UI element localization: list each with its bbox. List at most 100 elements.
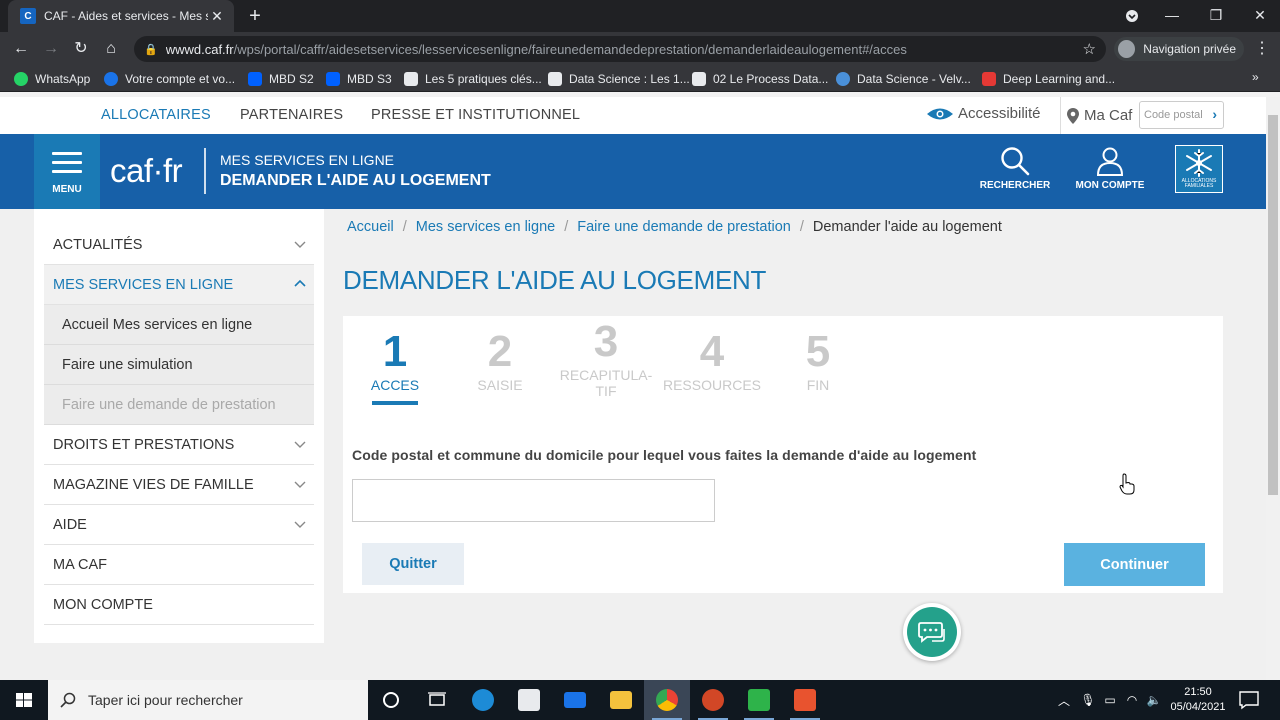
bookmark-velvet[interactable]: Data Science - Velv... bbox=[836, 70, 971, 88]
notification-center-icon[interactable] bbox=[1238, 690, 1260, 710]
browser-menu-icon[interactable]: ⋮ bbox=[1252, 38, 1272, 58]
quit-button[interactable]: Quitter bbox=[362, 543, 464, 585]
breadcrumb-accueil[interactable]: Accueil bbox=[347, 219, 394, 235]
incognito-profile-button[interactable]: Navigation privée bbox=[1114, 37, 1244, 61]
bookmark-site-icon bbox=[982, 72, 996, 86]
topnav-partenaires[interactable]: PARTENAIRES bbox=[240, 107, 343, 123]
taskbar-camtasia[interactable] bbox=[736, 680, 782, 720]
continue-button[interactable]: Continuer bbox=[1064, 543, 1205, 586]
bookmark-process-data[interactable]: 02 Le Process Data... bbox=[692, 70, 828, 88]
taskbar-powerpoint[interactable] bbox=[690, 680, 736, 720]
bookmark-whatsapp[interactable]: WhatsApp bbox=[14, 70, 90, 88]
taskbar-edge[interactable] bbox=[460, 680, 506, 720]
page-icon bbox=[548, 72, 562, 86]
address-bar[interactable]: 🔒 wwwd.caf.fr/wps/portal/caffr/aidesetse… bbox=[134, 36, 1106, 62]
accessibility-link[interactable]: Accessibilité bbox=[926, 105, 1041, 122]
task-view-button[interactable] bbox=[414, 680, 460, 720]
topnav-presse[interactable]: PRESSE ET INSTITUTIONNEL bbox=[371, 107, 580, 123]
user-icon bbox=[1096, 147, 1124, 176]
restore-window-icon[interactable]: ❐ bbox=[1194, 0, 1238, 32]
sidebar-item-magazine[interactable]: MAGAZINE VIES DE FAMILLE bbox=[44, 465, 314, 505]
bookmark-mbd-s3[interactable]: MBD S3 bbox=[326, 70, 392, 88]
sidebar-item-actualites[interactable]: ACTUALITÉS bbox=[44, 225, 314, 265]
page-icon bbox=[404, 72, 418, 86]
chevron-down-icon bbox=[294, 441, 306, 448]
reload-icon[interactable]: ↻ bbox=[70, 38, 92, 60]
clock-date: 05/04/2021 bbox=[1170, 701, 1226, 713]
caf-favicon-icon: C bbox=[20, 8, 36, 24]
dropbox-icon bbox=[248, 72, 262, 86]
caf-logo[interactable]: caf·fr bbox=[110, 152, 183, 190]
breadcrumb-mes-services[interactable]: Mes services en ligne bbox=[416, 219, 555, 235]
hand-cursor-icon bbox=[1119, 473, 1135, 495]
page-scrollbar[interactable] bbox=[1266, 97, 1280, 680]
sidebar-subitem-demande[interactable]: Faire une demande de prestation bbox=[44, 385, 314, 425]
breadcrumb-faire-demande[interactable]: Faire une demande de prestation bbox=[577, 219, 791, 235]
location-pin-icon bbox=[1067, 107, 1079, 124]
windows-taskbar: Taper ici pour rechercher ︿ 🎙 ▭ ◠ 🔈 21:5… bbox=[0, 680, 1280, 720]
allocations-familiales-logo[interactable]: ALLOCATIONS FAMILIALES bbox=[1175, 145, 1223, 193]
taskbar-clock[interactable]: 21:50 05/04/2021 bbox=[1166, 685, 1230, 715]
store-icon bbox=[518, 689, 540, 711]
close-tab-icon[interactable]: ✕ bbox=[208, 8, 226, 25]
current-step-indicator bbox=[372, 401, 418, 405]
chevron-right-icon[interactable]: › bbox=[1212, 106, 1217, 122]
new-tab-button[interactable]: + bbox=[244, 4, 266, 28]
postal-code-search[interactable]: Code postal › bbox=[1139, 101, 1224, 129]
sidebar-subitem-accueil[interactable]: Accueil Mes services en ligne bbox=[44, 305, 314, 345]
more-bookmarks-icon[interactable]: » bbox=[1252, 70, 1259, 84]
sidebar-item-mon-compte[interactable]: MON COMPTE bbox=[44, 585, 314, 625]
bookmark-site-icon bbox=[836, 72, 850, 86]
url-text: wwwd.caf.fr/wps/portal/caffr/aidesetserv… bbox=[165, 41, 907, 57]
cortana-circle-icon bbox=[383, 692, 399, 708]
tab-search-icon[interactable] bbox=[1110, 0, 1154, 32]
minimize-window-icon[interactable]: — bbox=[1150, 0, 1194, 32]
sidebar-item-droits[interactable]: DROITS ET PRESTATIONS bbox=[44, 425, 314, 465]
taskbar-explorer[interactable] bbox=[598, 680, 644, 720]
bookmark-deep-learning[interactable]: Deep Learning and... bbox=[982, 70, 1115, 88]
ma-caf-link[interactable]: Ma Caf bbox=[1060, 97, 1140, 134]
sidebar-item-ma-caf[interactable]: MA CAF bbox=[44, 545, 314, 585]
bookmark-compte[interactable]: Votre compte et vo... bbox=[104, 70, 235, 88]
sidebar-item-mes-services[interactable]: MES SERVICES EN LIGNE bbox=[44, 265, 314, 305]
forward-arrow-icon[interactable]: → bbox=[40, 38, 62, 60]
banner-subtitle: MES SERVICES EN LIGNE bbox=[220, 152, 395, 168]
camtasia-icon bbox=[748, 689, 770, 711]
home-icon[interactable]: ⌂ bbox=[100, 38, 122, 60]
chevron-down-icon bbox=[294, 241, 306, 248]
back-arrow-icon[interactable]: ← bbox=[10, 38, 32, 60]
menu-button[interactable]: MENU bbox=[34, 134, 100, 216]
system-tray: ︿ 🎙 ▭ ◠ 🔈 bbox=[1056, 680, 1164, 720]
windows-start-button[interactable] bbox=[0, 680, 48, 720]
bookmark-star-icon[interactable]: ☆ bbox=[1083, 40, 1096, 58]
taskbar-mail[interactable] bbox=[552, 680, 598, 720]
browser-tab[interactable]: C CAF - Aides et services - Mes ser ✕ bbox=[8, 0, 234, 32]
postal-code-commune-input[interactable] bbox=[352, 479, 715, 522]
taskbar-chrome[interactable] bbox=[644, 680, 690, 720]
microphone-icon[interactable]: 🎙 bbox=[1078, 693, 1098, 707]
dropbox-icon bbox=[326, 72, 340, 86]
banner-title: DEMANDER L'AIDE AU LOGEMENT bbox=[220, 172, 491, 189]
bookmark-data-science[interactable]: Data Science : Les 1... bbox=[548, 70, 690, 88]
taskbar-recorder[interactable] bbox=[782, 680, 828, 720]
sidebar-item-aide[interactable]: AIDE bbox=[44, 505, 314, 545]
battery-icon[interactable]: ▭ bbox=[1100, 693, 1120, 707]
volume-icon[interactable]: 🔈 bbox=[1144, 693, 1164, 707]
taskbar-store[interactable] bbox=[506, 680, 552, 720]
account-button[interactable]: MON COMPTE bbox=[1070, 146, 1150, 191]
cortana-button[interactable] bbox=[368, 680, 414, 720]
sidebar-subitem-simulation[interactable]: Faire une simulation bbox=[44, 345, 314, 385]
wifi-icon[interactable]: ◠ bbox=[1122, 693, 1142, 707]
chat-bubble-icon bbox=[918, 622, 945, 643]
step-2-saisie: 2 SAISIE bbox=[477, 327, 523, 393]
bookmark-mbd-s2[interactable]: MBD S2 bbox=[248, 70, 314, 88]
taskbar-search-box[interactable]: Taper ici pour rechercher bbox=[48, 680, 368, 720]
scrollbar-thumb[interactable] bbox=[1268, 115, 1278, 495]
bookmark-pratiques[interactable]: Les 5 pratiques clés... bbox=[404, 70, 542, 88]
chat-assistant-button[interactable] bbox=[903, 603, 961, 661]
close-window-icon[interactable]: ✕ bbox=[1238, 0, 1280, 32]
topnav-allocataires[interactable]: ALLOCATAIRES bbox=[101, 107, 211, 123]
tab-title: CAF - Aides et services - Mes ser bbox=[44, 9, 208, 23]
search-button[interactable]: RECHERCHER bbox=[975, 146, 1055, 191]
chevron-up-icon[interactable]: ︿ bbox=[1056, 692, 1072, 709]
